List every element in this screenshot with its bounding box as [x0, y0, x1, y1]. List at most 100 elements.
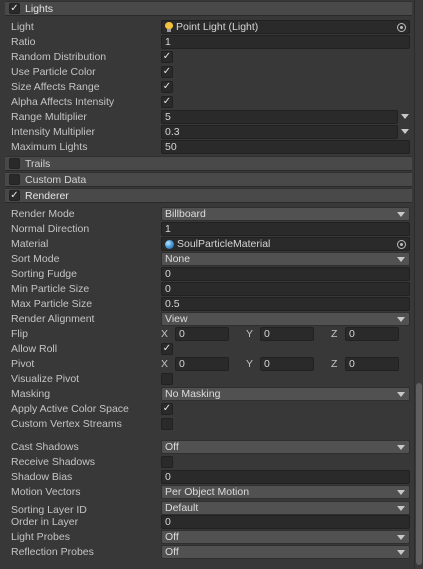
- pivot-z-field[interactable]: 0: [345, 357, 399, 371]
- range-multiplier-label[interactable]: Range Multiplier: [11, 110, 87, 125]
- min-particle-size-label[interactable]: Min Particle Size: [11, 282, 89, 297]
- shadow-bias-field[interactable]: 0: [161, 470, 410, 484]
- intensity-multiplier-field[interactable]: 0.3: [161, 125, 398, 139]
- apply-active-color-space-label: Apply Active Color Space: [11, 403, 129, 415]
- sorting-fudge-row: Sorting Fudge 0: [11, 267, 411, 282]
- max-particle-size-field[interactable]: 0.5: [161, 297, 410, 311]
- motion-vectors-value: Per Object Motion: [165, 486, 250, 498]
- random-distribution-row: Random Distribution ✓: [11, 50, 411, 65]
- cast-shadows-dropdown[interactable]: Off: [161, 440, 410, 454]
- masking-label: Masking: [11, 388, 51, 400]
- dropdown-arrow-icon: [397, 550, 405, 555]
- order-in-layer-field[interactable]: 0: [161, 515, 410, 529]
- sorting-fudge-field[interactable]: 0: [161, 267, 410, 281]
- normal-direction-row: Normal Direction 1: [11, 222, 411, 237]
- maximum-lights-row: Maximum Lights 50: [11, 140, 411, 155]
- renderer-module-header[interactable]: ✓ Renderer: [5, 188, 412, 203]
- object-picker-icon[interactable]: [397, 240, 406, 249]
- maximum-lights-label[interactable]: Maximum Lights: [11, 140, 87, 155]
- lights-module-title: Lights: [25, 2, 54, 15]
- ratio-field[interactable]: 1: [161, 35, 410, 49]
- custom-vertex-streams-checkbox[interactable]: [161, 418, 173, 430]
- object-picker-icon[interactable]: [397, 23, 406, 32]
- light-object-value: Point Light (Light): [176, 21, 259, 33]
- random-distribution-checkbox[interactable]: ✓: [161, 51, 173, 63]
- masking-value: No Masking: [165, 388, 221, 400]
- receive-shadows-checkbox[interactable]: [161, 456, 173, 468]
- maximum-lights-field[interactable]: 50: [161, 140, 410, 154]
- light-label: Light: [11, 21, 34, 33]
- order-in-layer-label[interactable]: Order in Layer: [11, 515, 78, 530]
- sorting-layer-id-dropdown[interactable]: Default: [161, 501, 410, 515]
- flip-z-field[interactable]: 0: [345, 327, 399, 341]
- use-particle-color-checkbox[interactable]: ✓: [161, 66, 173, 78]
- material-label: Material: [11, 238, 49, 250]
- flip-z-axis-label[interactable]: Z: [331, 327, 337, 341]
- normal-direction-field[interactable]: 1: [161, 222, 410, 236]
- sorting-fudge-label[interactable]: Sorting Fudge: [11, 267, 77, 282]
- cast-shadows-value: Off: [165, 441, 179, 453]
- size-affects-range-checkbox[interactable]: ✓: [161, 81, 173, 93]
- dropdown-arrow-icon: [397, 317, 405, 322]
- dropdown-arrow-icon: [397, 257, 405, 262]
- custom-vertex-streams-label: Custom Vertex Streams: [11, 418, 122, 430]
- pivot-row: Pivot X 0 Y 0 Z 0: [11, 357, 411, 372]
- renderer-module-title: Renderer: [25, 189, 69, 202]
- masking-dropdown[interactable]: No Masking: [161, 387, 410, 401]
- light-probes-dropdown[interactable]: Off: [161, 530, 410, 544]
- alpha-affects-intensity-checkbox[interactable]: ✓: [161, 96, 173, 108]
- visualize-pivot-checkbox[interactable]: [161, 373, 173, 385]
- render-alignment-label: Render Alignment: [11, 313, 95, 325]
- flip-y-field[interactable]: 0: [260, 327, 314, 341]
- reflection-probes-dropdown[interactable]: Off: [161, 545, 410, 559]
- allow-roll-row: Allow Roll ✓: [11, 342, 411, 357]
- sorting-layer-id-value: Default: [165, 502, 199, 514]
- use-particle-color-row: Use Particle Color ✓: [11, 65, 411, 80]
- render-alignment-row: Render Alignment View: [11, 312, 411, 327]
- motion-vectors-dropdown[interactable]: Per Object Motion: [161, 485, 410, 499]
- render-mode-dropdown[interactable]: Billboard: [161, 207, 410, 221]
- render-alignment-value: View: [165, 313, 188, 325]
- light-bulb-icon: [165, 22, 173, 32]
- normal-direction-label[interactable]: Normal Direction: [11, 222, 89, 237]
- render-alignment-dropdown[interactable]: View: [161, 312, 410, 326]
- custom-data-module-header[interactable]: Custom Data: [5, 172, 412, 187]
- render-mode-value: Billboard: [165, 208, 206, 220]
- light-object-field[interactable]: Point Light (Light): [161, 20, 410, 34]
- flip-x-field[interactable]: 0: [175, 327, 229, 341]
- range-multiplier-field[interactable]: 5: [161, 110, 398, 124]
- scrollbar-thumb[interactable]: [416, 383, 422, 565]
- lights-module-header[interactable]: ✓ Lights: [5, 1, 412, 16]
- pivot-z-axis-label[interactable]: Z: [331, 357, 337, 371]
- motion-vectors-label: Motion Vectors: [11, 486, 81, 498]
- allow-roll-checkbox[interactable]: ✓: [161, 343, 173, 355]
- material-object-field[interactable]: SoulParticleMaterial: [161, 237, 410, 251]
- dropdown-arrow-icon: [397, 445, 405, 450]
- shadow-bias-label[interactable]: Shadow Bias: [11, 470, 72, 485]
- sort-mode-dropdown[interactable]: None: [161, 252, 410, 266]
- custom-data-enabled-checkbox[interactable]: [9, 174, 20, 185]
- visualize-pivot-row: Visualize Pivot: [11, 372, 411, 387]
- trails-module-header[interactable]: Trails: [5, 156, 412, 171]
- trails-enabled-checkbox[interactable]: [9, 158, 20, 169]
- light-probes-value: Off: [165, 531, 179, 543]
- pivot-x-axis-label[interactable]: X: [161, 357, 168, 371]
- max-particle-size-label[interactable]: Max Particle Size: [11, 297, 92, 312]
- pivot-y-field[interactable]: 0: [260, 357, 314, 371]
- range-multiplier-row: Range Multiplier 5: [11, 110, 411, 125]
- flip-x-axis-label[interactable]: X: [161, 327, 168, 341]
- vertical-scrollbar[interactable]: [414, 0, 423, 569]
- min-particle-size-field[interactable]: 0: [161, 282, 410, 296]
- intensity-multiplier-label[interactable]: Intensity Multiplier: [11, 125, 95, 140]
- lights-enabled-checkbox[interactable]: ✓: [9, 3, 20, 14]
- intensity-multiplier-row: Intensity Multiplier 0.3: [11, 125, 411, 140]
- curve-mode-dropdown-icon[interactable]: [401, 114, 409, 119]
- order-in-layer-row: Order in Layer 0: [11, 515, 411, 530]
- ratio-label[interactable]: Ratio: [11, 35, 36, 50]
- curve-mode-dropdown-icon[interactable]: [401, 129, 409, 134]
- pivot-y-axis-label[interactable]: Y: [246, 357, 253, 371]
- apply-active-color-space-checkbox[interactable]: ✓: [161, 403, 173, 415]
- pivot-x-field[interactable]: 0: [175, 357, 229, 371]
- flip-y-axis-label[interactable]: Y: [246, 327, 253, 341]
- renderer-enabled-checkbox[interactable]: ✓: [9, 190, 20, 201]
